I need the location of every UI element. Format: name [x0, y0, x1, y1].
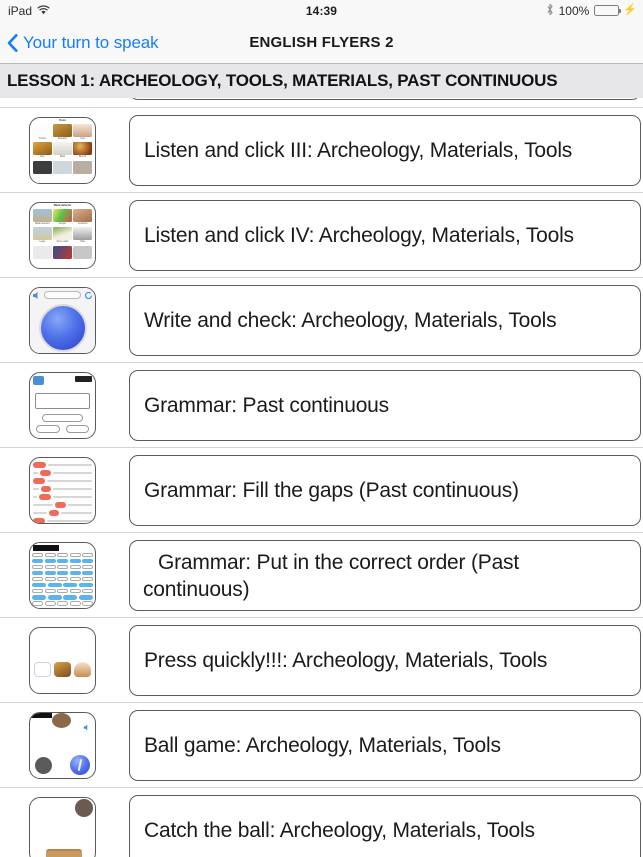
lesson-list: definitions (definitions) Tools — [0, 64, 643, 857]
image-grid-tools-thumbnail: Tools Trowel Remains Coin Clay Bowl Bron… — [29, 116, 96, 184]
list-item[interactable]: Catch the ball: Archeology, Materials, T… — [0, 787, 643, 857]
charging-bolt-icon: ⚡ — [623, 4, 637, 16]
lesson-card-label: Ball game: Archeology, Materials, Tools — [144, 733, 501, 757]
image-grid-metal-detector-thumbnail: Metal detector Metal detector Jumper Cer… — [29, 201, 96, 269]
lesson-card-label: Write and check: Archeology, Materials, … — [144, 308, 557, 332]
list-item[interactable]: Press quickly!!!: Archeology, Materials,… — [0, 617, 643, 702]
section-header: LESSON 1: ARCHEOLOGY, TOOLS, MATERIALS, … — [0, 64, 643, 98]
lesson-card[interactable]: Listen and click IV: Archeology, Materia… — [129, 199, 641, 271]
list-item[interactable]: Ball game: Archeology, Materials, Tools — [0, 702, 643, 787]
lesson-card[interactable]: Listen and click III: Archeology, Materi… — [129, 114, 641, 186]
catch-the-ball-basket-thumbnail — [29, 796, 96, 857]
battery-percent-label: 100% — [558, 3, 590, 18]
lesson-card-label: Listen and click III: Archeology, Materi… — [144, 138, 573, 162]
lesson-card[interactable]: Grammar: Past continuous — [129, 369, 641, 441]
status-bar: iPad 14:39 100% ⚡ — [0, 0, 643, 21]
lesson-card-label: Press quickly!!!: Archeology, Materials,… — [144, 648, 548, 672]
lesson-list-scroll[interactable]: definitions (definitions) Tools — [0, 64, 643, 857]
grammar-form-thumbnail — [29, 371, 96, 439]
thumbnail-caption: Metal detector — [53, 203, 72, 207]
lesson-card-label: Grammar: Put in the correct order (Past c… — [143, 549, 606, 603]
lesson-card-label: Catch the ball: Archeology, Materials, T… — [144, 818, 535, 842]
bluetooth-icon — [546, 3, 554, 19]
list-item[interactable]: Tools Trowel Remains Coin Clay Bowl Bron… — [0, 107, 643, 192]
speaker-icon — [33, 291, 38, 299]
list-item[interactable]: Write and check: Archeology, Materials, … — [0, 277, 643, 362]
blue-word-tiles-thumbnail — [29, 541, 96, 609]
speaker-icon — [83, 718, 90, 730]
lesson-card[interactable]: Ball game: Archeology, Materials, Tools — [129, 709, 641, 781]
lesson-card-label: Grammar: Past continuous — [144, 393, 389, 417]
lesson-card-label: Grammar: Fill the gaps (Past continuous) — [144, 478, 519, 502]
lesson-card[interactable]: Catch the ball: Archeology, Materials, T… — [129, 794, 641, 857]
lesson-card[interactable]: Write and check: Archeology, Materials, … — [129, 284, 641, 356]
ball-game-thumbnail — [29, 711, 96, 779]
refresh-icon — [84, 291, 93, 299]
thumbnail-caption: Tools — [59, 118, 66, 122]
lesson-card-label-line1: Grammar: Put in the correct order (Past — [158, 550, 519, 574]
red-word-tags-thumbnail — [29, 456, 96, 524]
navigation-bar: Your turn to speak ENGLISH FLYERS 2 — [0, 21, 643, 64]
blue-sphere-write-check-thumbnail — [29, 286, 96, 354]
lesson-card[interactable]: Press quickly!!!: Archeology, Materials,… — [129, 624, 641, 696]
lesson-card-label: Listen and click IV: Archeology, Materia… — [144, 223, 574, 247]
blue-sphere-icon — [39, 303, 87, 352]
list-item[interactable]: Metal detector Metal detector Jumper Cer… — [0, 192, 643, 277]
section-header-label: LESSON 1: ARCHEOLOGY, TOOLS, MATERIALS, … — [7, 71, 558, 90]
battery-full-icon — [594, 5, 622, 16]
lesson-card-label-line2: continuous) — [143, 577, 250, 601]
app-root: iPad 14:39 100% ⚡ Your turn to speak ENG… — [0, 0, 643, 857]
status-bar-right: 100% ⚡ — [546, 3, 637, 19]
page-title: ENGLISH FLYERS 2 — [249, 34, 394, 51]
list-item[interactable]: Grammar: Put in the correct order (Past c… — [0, 532, 643, 617]
press-quickly-icons-thumbnail — [29, 626, 96, 694]
lesson-card[interactable]: Grammar: Put in the correct order (Past c… — [129, 539, 641, 611]
lesson-card[interactable]: Grammar: Fill the gaps (Past continuous) — [129, 454, 641, 526]
list-item[interactable]: Grammar: Past continuous — [0, 362, 643, 447]
list-item[interactable]: Grammar: Fill the gaps (Past continuous) — [0, 447, 643, 532]
